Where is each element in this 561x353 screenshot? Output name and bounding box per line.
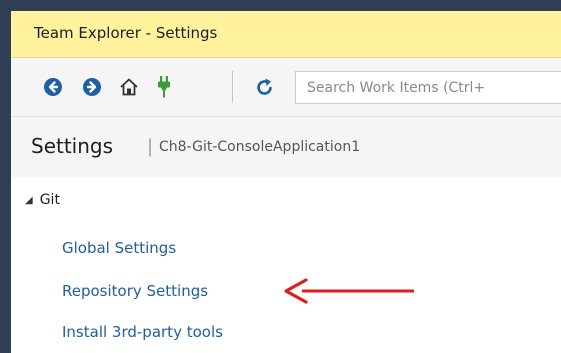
install-third-party-tools-link[interactable]: Install 3rd-party tools — [62, 323, 223, 341]
repository-context[interactable]: Ch8-Git-ConsoleApplication1 — [159, 139, 360, 155]
git-section: ◢ Git Global Settings Repository Setting… — [11, 177, 561, 353]
global-settings-link[interactable]: Global Settings — [62, 239, 176, 257]
refresh-icon[interactable] — [255, 77, 275, 97]
window-frame-left — [0, 0, 11, 353]
toolbar-separator — [232, 71, 233, 103]
home-icon[interactable] — [119, 77, 139, 97]
forward-icon[interactable] — [82, 77, 102, 97]
page-title: Settings — [31, 134, 114, 158]
connect-icon[interactable] — [154, 76, 174, 98]
team-explorer-window: Team Explorer - Settings Search Work Ite… — [0, 0, 561, 353]
collapse-triangle-icon[interactable]: ◢ — [25, 195, 33, 206]
window-title: Team Explorer - Settings — [34, 24, 218, 42]
toolbar — [11, 58, 561, 117]
page-header: Settings | Ch8-Git-ConsoleApplication1 — [11, 117, 561, 177]
red-arrow-annotation — [284, 278, 414, 304]
back-icon[interactable] — [43, 77, 63, 97]
search-work-items-box — [295, 71, 561, 104]
repository-settings-link[interactable]: Repository Settings — [62, 282, 208, 300]
git-section-title: Git — [39, 192, 60, 208]
git-section-header[interactable]: ◢ Git — [25, 190, 60, 210]
title-separator: | — [147, 136, 154, 157]
search-input[interactable] — [296, 72, 561, 103]
window-frame-top — [0, 0, 561, 11]
title-bar: Team Explorer - Settings — [11, 11, 561, 58]
